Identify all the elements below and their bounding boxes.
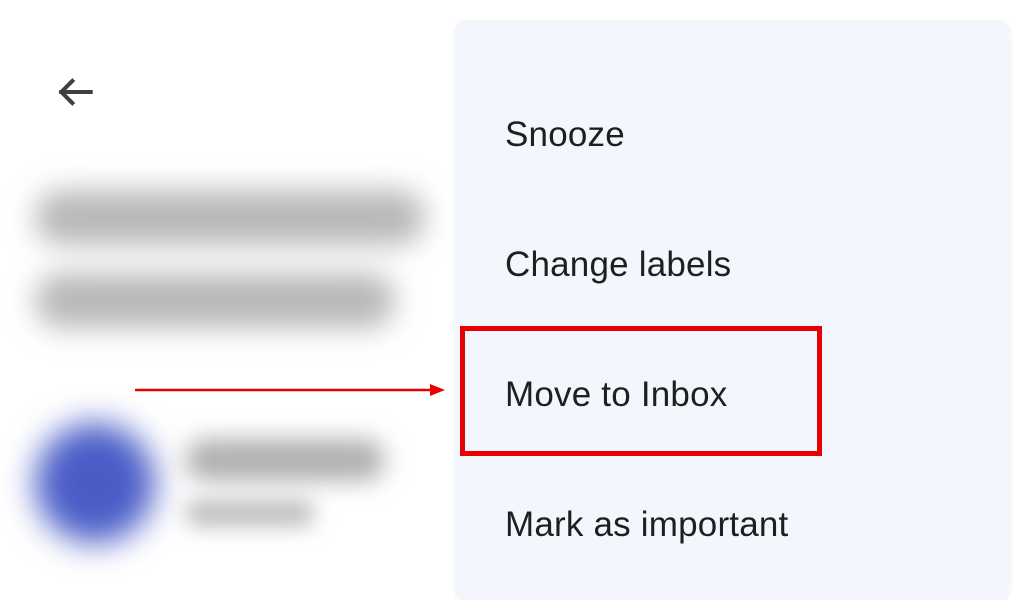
email-subject-blurred (35, 190, 425, 245)
menu-item-change-labels[interactable]: Change labels (455, 200, 1010, 330)
overflow-menu: Snooze Change labels Move to Inbox Mark … (455, 20, 1010, 600)
back-button[interactable] (52, 70, 100, 118)
menu-item-snooze[interactable]: Snooze (455, 70, 1010, 200)
sender-avatar-blurred (35, 423, 155, 543)
back-arrow-icon (54, 70, 98, 119)
annotation-arrow-icon (135, 380, 445, 400)
menu-item-move-to-inbox[interactable]: Move to Inbox (455, 330, 1010, 460)
email-preview-blurred (35, 190, 455, 543)
sender-name-blurred (185, 439, 385, 481)
email-subject-blurred (35, 273, 395, 328)
menu-item-mark-as-important[interactable]: Mark as important (455, 460, 1010, 590)
sender-info-blurred (185, 499, 315, 527)
